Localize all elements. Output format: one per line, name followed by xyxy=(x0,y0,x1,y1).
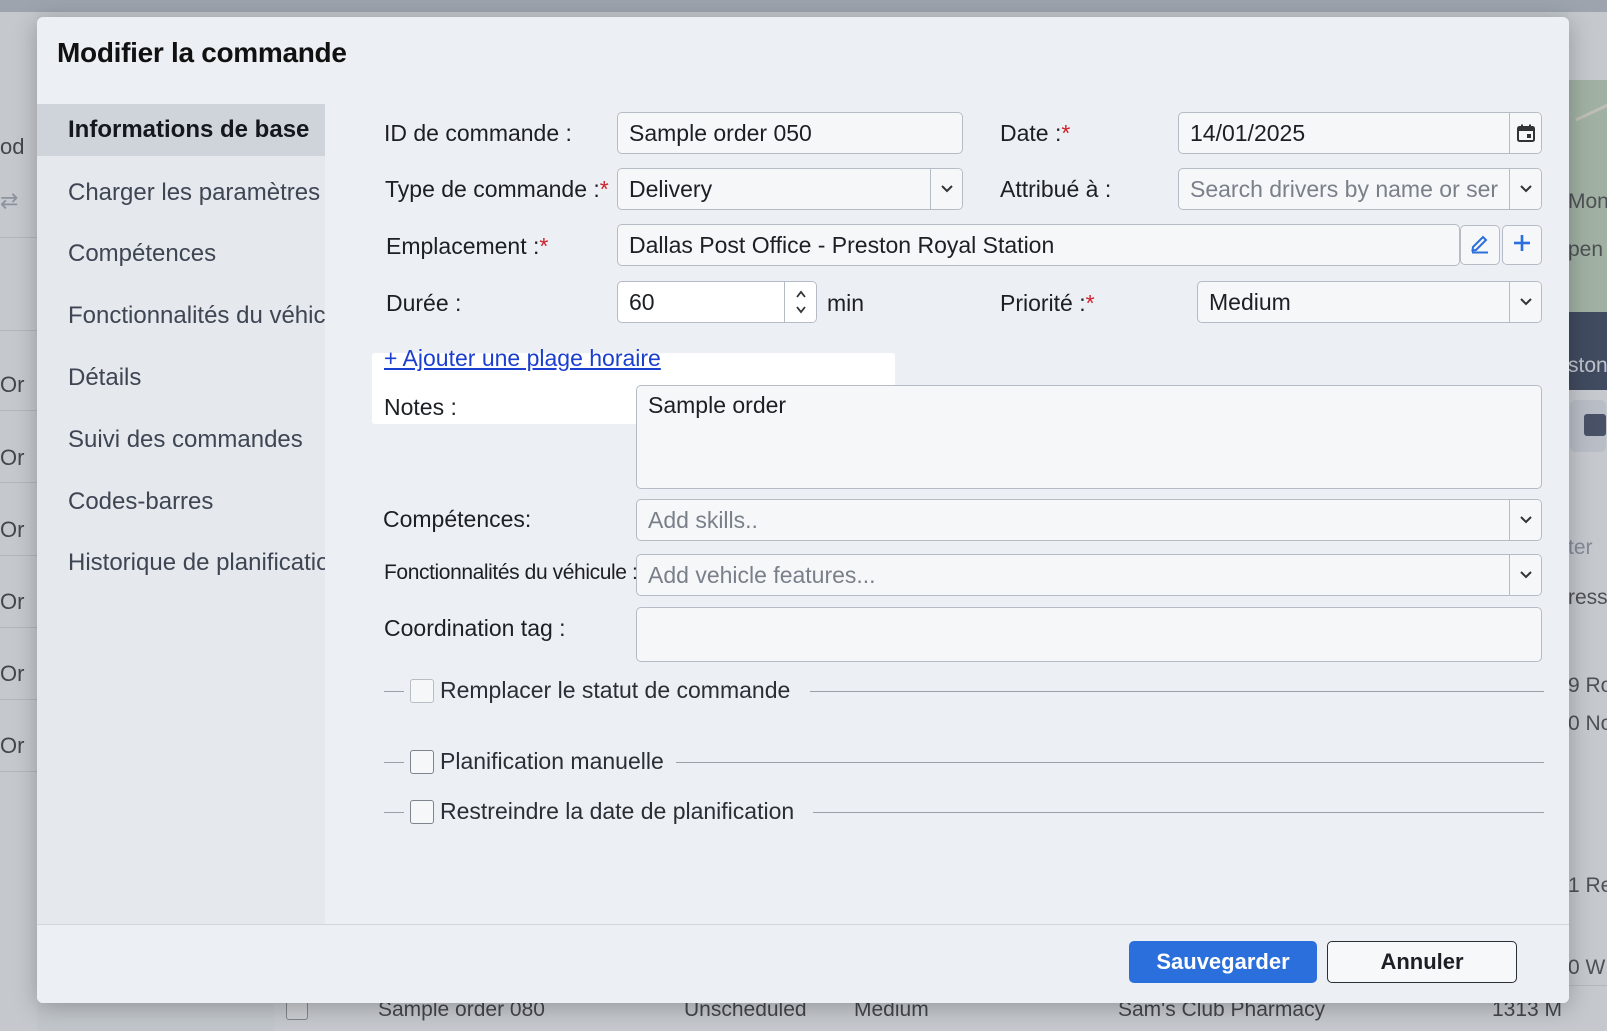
modal-sidebar: Informations de base Charger les paramèt… xyxy=(37,104,358,924)
coordination-tag-label: Coordination tag : xyxy=(384,615,566,641)
cancel-button[interactable]: Annuler xyxy=(1327,941,1517,983)
sidebar-item-order-tracking[interactable]: Suivi des commandes xyxy=(37,414,325,466)
modal-content: ID de commande : Sample order 050 Date :… xyxy=(325,104,1569,924)
assigned-to-select[interactable]: Search drivers by name or ser xyxy=(1178,168,1542,210)
manual-scheduling-row: Planification manuelle xyxy=(384,747,1544,777)
skills-label: Compétences: xyxy=(383,506,532,532)
chevron-down-icon[interactable] xyxy=(1509,282,1541,322)
restrict-date-row: Restreindre la date de planification xyxy=(384,797,1544,827)
vehicle-features-select[interactable]: Add vehicle features... xyxy=(636,554,1542,596)
plus-icon xyxy=(1512,233,1532,258)
sidebar-item-vehicle-features[interactable]: Fonctionnalités du véhicule xyxy=(37,290,358,342)
notes-label: Notes : xyxy=(384,394,457,420)
calendar-icon[interactable] xyxy=(1509,113,1541,153)
order-id-label: ID de commande : xyxy=(384,120,572,146)
location-input[interactable]: Dallas Post Office - Preston Royal Stati… xyxy=(617,224,1460,266)
chevron-down-icon[interactable] xyxy=(1509,169,1541,209)
override-status-row: Remplacer le statut de commande xyxy=(384,676,1544,706)
manual-scheduling-checkbox[interactable] xyxy=(410,750,434,774)
sidebar-item-load-parameters[interactable]: Charger les paramètres xyxy=(37,167,325,219)
chevron-down-icon[interactable] xyxy=(1509,500,1541,540)
override-status-checkbox[interactable] xyxy=(410,679,434,703)
sidebar-item-barcodes[interactable]: Codes-barres xyxy=(37,476,325,528)
location-label: Emplacement :* xyxy=(386,233,549,259)
restrict-date-checkbox[interactable] xyxy=(410,800,434,824)
add-time-window-link[interactable]: + Ajouter une plage horaire xyxy=(384,345,661,372)
edit-order-modal: Modifier la commande Informations de bas… xyxy=(37,17,1569,1003)
manual-scheduling-label: Planification manuelle xyxy=(440,748,672,775)
sidebar-item-details[interactable]: Détails xyxy=(37,352,325,404)
date-input[interactable]: 14/01/2025 xyxy=(1178,112,1542,154)
restrict-date-label: Restreindre la date de planification xyxy=(440,798,803,825)
sidebar-item-scheduling-history[interactable]: Historique de planification xyxy=(37,537,343,589)
sidebar-item-basic-info[interactable]: Informations de base xyxy=(37,104,325,156)
duration-label: Durée : xyxy=(386,290,462,316)
save-button[interactable]: Sauvegarder xyxy=(1129,941,1317,983)
sidebar-item-skills[interactable]: Compétences xyxy=(37,228,325,280)
duration-stepper[interactable]: 60 xyxy=(617,281,817,323)
chevron-down-icon[interactable] xyxy=(1509,555,1541,595)
date-label: Date :* xyxy=(1000,120,1071,146)
order-type-select[interactable]: Delivery xyxy=(617,168,963,210)
chevron-down-icon[interactable] xyxy=(930,169,962,209)
duration-unit: min xyxy=(827,290,865,316)
override-status-label: Remplacer le statut de commande xyxy=(440,677,799,704)
modal-title: Modifier la commande xyxy=(57,37,347,68)
order-id-input[interactable]: Sample order 050 xyxy=(617,112,963,154)
pencil-icon xyxy=(1469,232,1491,259)
skills-select[interactable]: Add skills.. xyxy=(636,499,1542,541)
order-type-label: Type de commande :* xyxy=(385,176,609,202)
modal-footer: Sauvegarder Annuler xyxy=(37,924,1569,1003)
assigned-to-label: Attribué à : xyxy=(1000,176,1112,202)
edit-location-button[interactable] xyxy=(1460,225,1500,265)
add-location-button[interactable] xyxy=(1502,225,1542,265)
coordination-tag-input[interactable] xyxy=(636,607,1542,662)
spinner-arrows[interactable] xyxy=(784,282,816,322)
priority-label: Priorité :* xyxy=(1000,290,1095,316)
vehicle-features-label: Fonctionnalités du véhicule : xyxy=(384,561,638,584)
notes-textarea[interactable]: Sample order xyxy=(636,385,1542,489)
priority-select[interactable]: Medium xyxy=(1197,281,1542,323)
